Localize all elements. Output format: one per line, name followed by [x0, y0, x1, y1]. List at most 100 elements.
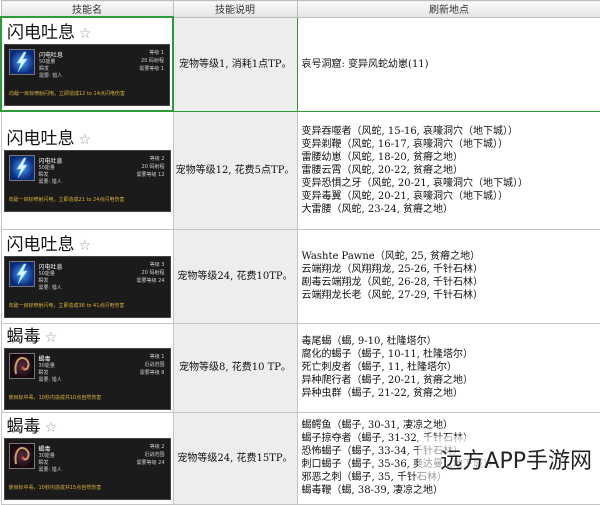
- location-item: 雷腰云霄（风蛇, 20-22, 贫瘠之地）: [302, 164, 600, 177]
- card-desc: 使目标中毒，10秒内造成共15点自然伤害: [9, 482, 102, 495]
- card-range: 近战范围: [137, 451, 165, 459]
- skill-name: 闪电吐息: [7, 129, 75, 149]
- card-cost: 50能量: [39, 271, 62, 278]
- star-icon[interactable]: ☆: [79, 132, 92, 148]
- card-rank-block: 等级 220 码射程需要等级 12: [137, 155, 165, 179]
- star-icon[interactable]: ☆: [79, 26, 92, 42]
- card-rank: 等级 2: [137, 155, 165, 163]
- poison-icon: [9, 443, 35, 469]
- table-row[interactable]: 闪电吐息☆闪电吐息等级 120 码射程需要等级 1 50能量瞬发需要: 猎人向敌一…: [1, 17, 600, 111]
- card-range: 20 码射程: [137, 163, 165, 171]
- card-cast: 瞬发: [39, 278, 62, 285]
- card-rank: 等级 1: [139, 49, 164, 57]
- location-cell: 毒尾蝎（蝎, 9-10, 杜隆塔尔）腐化的蝎子（蝎子, 10-11, 杜隆塔尔）…: [297, 323, 600, 412]
- card-need: 需要: 猎人: [39, 285, 62, 292]
- location-item: 蝎鳄鱼（蝎子, 30-31, 凄凉之地）: [302, 419, 600, 432]
- card-rank-block: 等级 120 码射程需要等级 1: [139, 49, 164, 73]
- table-row[interactable]: 闪电吐息☆闪电吐息等级 220 码射程需要等级 1250能量瞬发需要: 猎人向敌…: [1, 111, 600, 229]
- card-cast: 瞬发: [39, 370, 62, 377]
- card-stats: 30能量瞬发需要: 猎人: [39, 453, 62, 474]
- star-icon[interactable]: ☆: [45, 330, 58, 346]
- header-row: 技能名 技能说明 刷新地点: [1, 1, 600, 18]
- location-item: 异种爬行者（蝎子, 20-21, 贫瘠之地）: [302, 374, 600, 387]
- card-cast: 瞬发: [39, 66, 62, 73]
- card-stats: 50能量瞬发需要: 猎人: [39, 59, 62, 80]
- card-req: 需要等级 12: [137, 171, 165, 179]
- location-item: 死亡刺皮者（蝎子, 11, 杜隆塔尔）: [302, 361, 600, 374]
- card-rank-block: 等级 1近战范围需要等级 8: [140, 353, 165, 377]
- skill-desc-cell: 宠物等级12, 花费5点TP。: [173, 111, 297, 229]
- card-range: 近战范围: [140, 361, 165, 369]
- location-cell: 哀号洞窟: 变异风蛇幼崽(11): [297, 17, 600, 111]
- skill-desc-cell: 宠物等级1, 消耗1点TP。: [173, 17, 297, 111]
- location-item: 毒尾蝎（蝎, 9-10, 杜隆塔尔）: [302, 335, 600, 348]
- location-item: 变异剃鞭（风蛇, 16-17, 哀嚎洞穴（地下城））: [302, 138, 600, 151]
- skill-title: 蝎毒☆: [4, 416, 171, 438]
- skill-name: 闪电吐息: [7, 23, 75, 43]
- card-range: 20 码射程: [139, 57, 164, 65]
- poison-icon: [9, 353, 35, 379]
- card-cost: 50能量: [39, 59, 62, 66]
- location-list: 哀号洞窟: 变异风蛇幼崽(11): [302, 58, 600, 71]
- card-cast: 瞬发: [39, 460, 62, 467]
- table-row[interactable]: 蝎毒☆蝎毒等级 1近战范围需要等级 830能量瞬发需要: 猎人使目标中毒，10秒…: [1, 323, 600, 412]
- skill-name: 闪电吐息: [7, 235, 75, 255]
- skill-title: 闪电吐息☆: [4, 234, 171, 256]
- location-item: 剧毒云端翔龙（风蛇, 26-28, 千针石林）: [302, 276, 600, 289]
- card-desc: 向敌一目标喷射闪电，立即造成12 to 14点闪电伤害: [9, 88, 125, 101]
- card-req: 需要等级 8: [140, 369, 165, 377]
- location-item: 蝎毒鞭（蝎, 38-39, 凄凉之地）: [302, 484, 600, 497]
- lightning-icon: [9, 261, 35, 287]
- header-skill-desc: 技能说明: [173, 1, 297, 18]
- location-item: 腐化的蝎子（蝎子, 10-11, 杜隆塔尔）: [302, 348, 600, 361]
- location-item: 云端翔龙长老（风蛇, 27-29, 千针石林）: [302, 289, 600, 302]
- location-item: Washte Pawne（风蛇, 25, 贫瘠之地）: [302, 250, 600, 263]
- card-rank-block: 等级 320 码射程需要等级 24: [137, 261, 165, 285]
- skill-name: 蝎毒: [7, 417, 41, 437]
- card-cost: 30能量: [39, 363, 62, 370]
- location-cell: Washte Pawne（风蛇, 25, 贫瘠之地）云端翔龙（风翔翔龙, 25-…: [297, 229, 600, 323]
- skill-tooltip-card: 闪电吐息等级 320 码射程需要等级 2450能量瞬发需要: 猎人向敌一目标喷射…: [4, 256, 171, 318]
- skill-cell: 闪电吐息☆闪电吐息等级 120 码射程需要等级 1 50能量瞬发需要: 猎人向敌一…: [1, 17, 173, 111]
- location-item: 大雷腰（风蛇, 23-24, 贫瘠之地）: [302, 203, 600, 216]
- watermark: 远方APP手游网: [418, 436, 600, 482]
- card-stats: 50能量瞬发需要: 猎人: [39, 271, 62, 292]
- card-desc: 向敌一目标喷射闪电，立即造成21 to 24点闪电伤害: [9, 194, 125, 207]
- card-stats: 30能量瞬发需要: 猎人: [39, 363, 62, 384]
- skill-desc-cell: 宠物等级24, 花费10TP。: [173, 229, 297, 323]
- location-item: 哀号洞窟: 变异风蛇幼崽(11): [302, 58, 600, 71]
- skill-desc-cell: 宠物等级8, 花费10 TP。: [173, 323, 297, 412]
- location-cell: 变异吞噬者（风蛇, 15-16, 哀嚎洞穴（地下城））变异剃鞭（风蛇, 16-1…: [297, 111, 600, 229]
- skill-name: 蝎毒: [7, 327, 41, 347]
- lightning-icon: [9, 49, 35, 75]
- card-req: 需要等级 1: [139, 65, 164, 73]
- skill-title: 蝎毒☆: [4, 326, 171, 348]
- location-item: 变异毒翼（风蛇, 20-21, 哀嚎洞穴（地下城））: [302, 190, 600, 203]
- skill-tooltip-card: 蝎毒等级 2近战范围需要等级 2430能量瞬发需要: 猎人使目标中毒，10秒内造…: [4, 438, 171, 500]
- card-need: 需要: 猎人: [39, 73, 62, 80]
- lightning-icon: [9, 155, 35, 181]
- card-cost: 30能量: [39, 453, 62, 460]
- card-req: 需要等级 24: [137, 277, 165, 285]
- location-item: 变异恐惧之牙（风蛇, 20-21, 哀嚎洞穴（地下城））: [302, 177, 600, 190]
- skill-tooltip-card: 蝎毒等级 1近战范围需要等级 830能量瞬发需要: 猎人使目标中毒，10秒内造成…: [4, 348, 171, 410]
- location-list: Washte Pawne（风蛇, 25, 贫瘠之地）云端翔龙（风翔翔龙, 25-…: [302, 250, 600, 302]
- card-req: 需要等级 24: [137, 459, 165, 467]
- skill-cell: 闪电吐息☆闪电吐息等级 220 码射程需要等级 1250能量瞬发需要: 猎人向敌…: [1, 111, 173, 229]
- skill-tooltip-card: 闪电吐息等级 220 码射程需要等级 1250能量瞬发需要: 猎人向敌一目标喷射…: [4, 150, 171, 212]
- skill-cell: 蝎毒☆蝎毒等级 1近战范围需要等级 830能量瞬发需要: 猎人使目标中毒，10秒…: [1, 323, 173, 412]
- skill-title: 闪电吐息☆: [4, 22, 170, 44]
- header-skill-name: 技能名: [1, 1, 173, 18]
- card-rank: 等级 3: [137, 261, 165, 269]
- card-rank: 等级 1: [140, 353, 165, 361]
- skill-tooltip-card: 闪电吐息等级 120 码射程需要等级 150能量瞬发需要: 猎人向敌一目标喷射闪…: [4, 44, 170, 106]
- star-icon[interactable]: ☆: [45, 420, 58, 436]
- star-icon[interactable]: ☆: [79, 238, 92, 254]
- card-stats: 50能量瞬发需要: 猎人: [39, 165, 62, 186]
- location-item: 云端翔龙（风翔翔龙, 25-26, 千针石林）: [302, 263, 600, 276]
- header-location: 刷新地点: [297, 1, 600, 18]
- location-item: 变异吞噬者（风蛇, 15-16, 哀嚎洞穴（地下城））: [302, 125, 600, 138]
- skill-cell: 蝎毒☆蝎毒等级 2近战范围需要等级 2430能量瞬发需要: 猎人使目标中毒，10…: [1, 412, 173, 504]
- location-list: 变异吞噬者（风蛇, 15-16, 哀嚎洞穴（地下城））变异剃鞭（风蛇, 16-1…: [302, 125, 600, 216]
- table-row[interactable]: 闪电吐息☆闪电吐息等级 320 码射程需要等级 2450能量瞬发需要: 猎人向敌…: [1, 229, 600, 323]
